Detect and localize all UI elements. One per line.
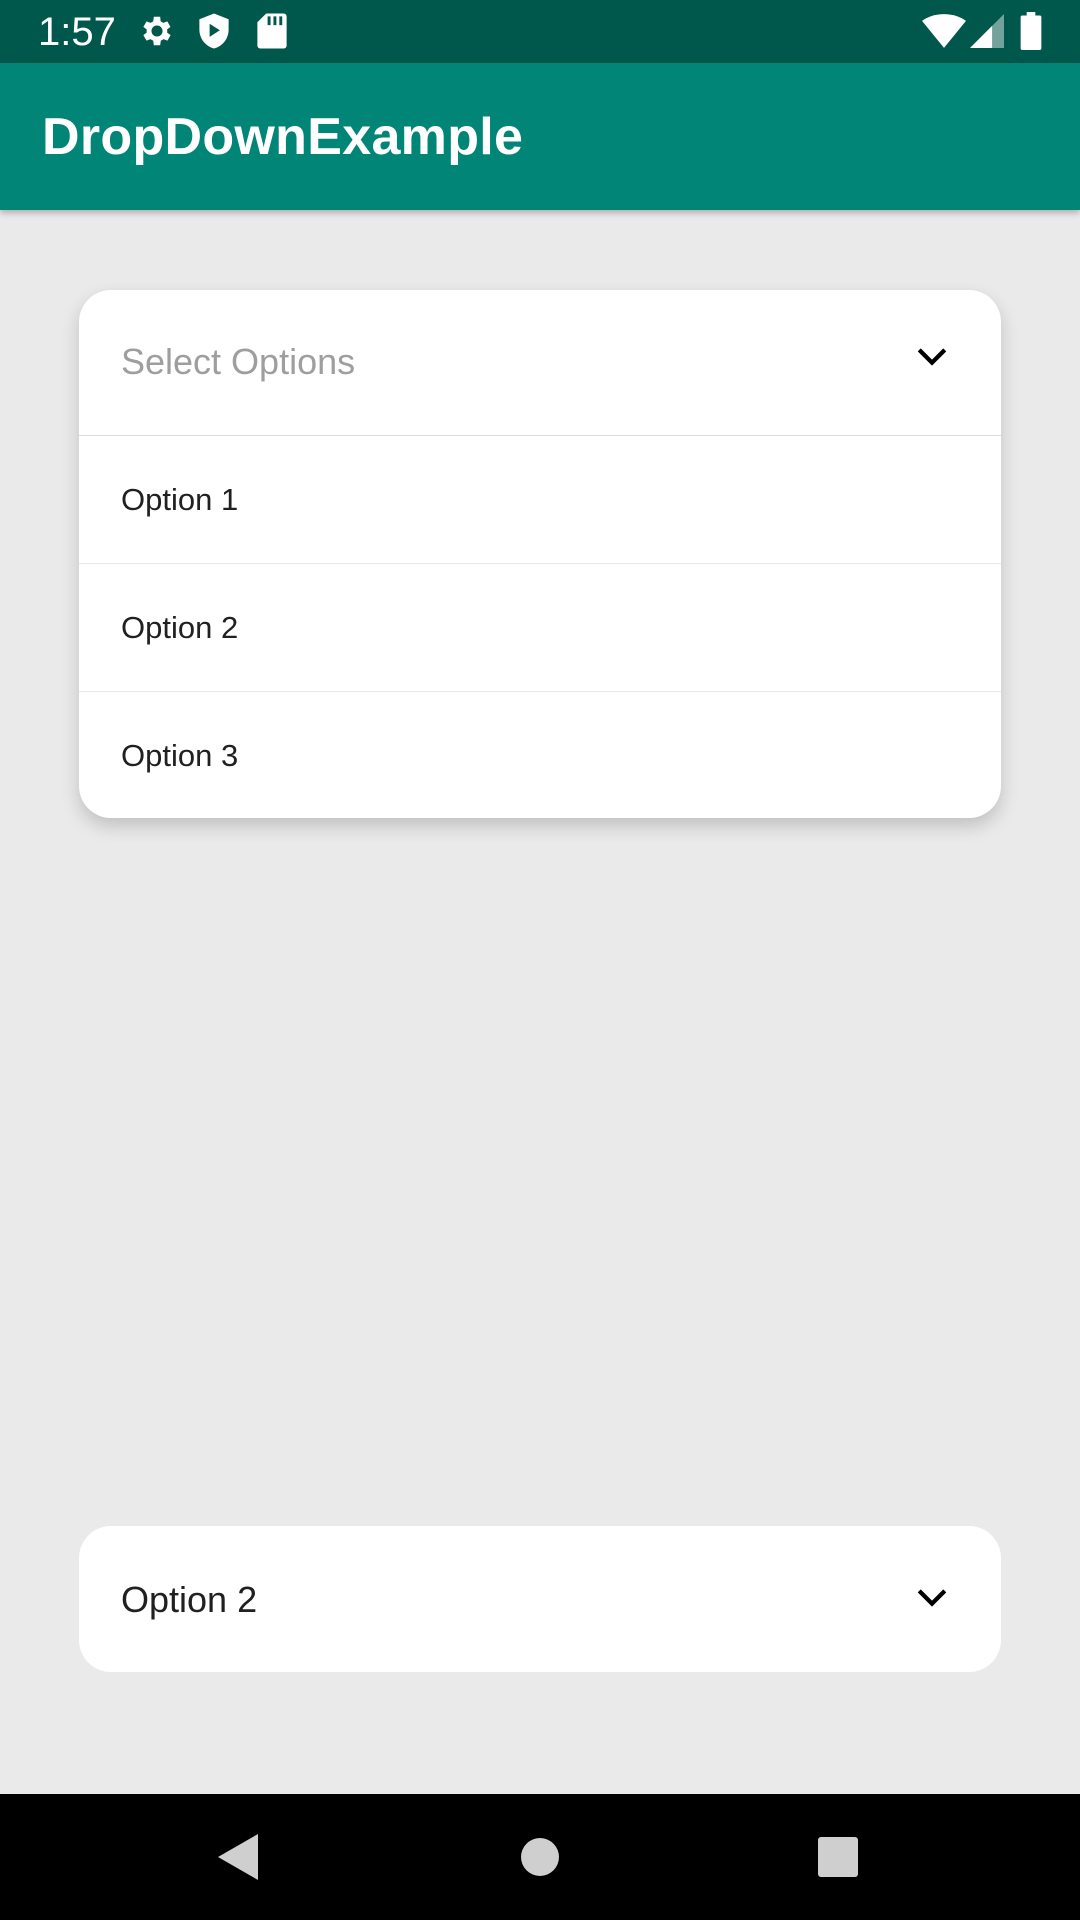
shield-play-icon xyxy=(196,12,232,50)
option-label: Option 2 xyxy=(121,610,239,645)
option-label: Option 1 xyxy=(121,482,239,517)
sd-card-icon xyxy=(257,12,287,50)
chevron-down-icon[interactable] xyxy=(915,340,949,374)
signal-icon xyxy=(970,14,1004,48)
option-item-2[interactable]: Option 2 xyxy=(79,564,1001,692)
option-item-3[interactable]: Option 3 xyxy=(79,692,1001,819)
wifi-icon xyxy=(922,14,966,48)
status-bar: 1:57 xyxy=(0,0,1080,63)
selected-dropdown[interactable]: Option 2 xyxy=(79,1526,1001,1672)
gear-icon xyxy=(138,12,176,50)
back-icon[interactable] xyxy=(216,1832,260,1882)
navigation-bar xyxy=(0,1794,1080,1920)
dropdown-selected-value: Option 2 xyxy=(121,1579,258,1620)
home-icon[interactable] xyxy=(519,1832,561,1882)
options-dropdown[interactable]: Select Options Option 1 Option 2 Option … xyxy=(79,290,1001,818)
chevron-down-icon[interactable] xyxy=(915,1581,949,1615)
status-time: 1:57 xyxy=(38,10,116,54)
battery-icon xyxy=(1020,12,1042,50)
option-list: Option 1 Option 2 Option 3 xyxy=(79,436,1001,819)
app-title: DropDownExample xyxy=(42,108,524,166)
app-bar: DropDownExample xyxy=(0,63,1080,210)
dropdown-header[interactable]: Select Options xyxy=(79,290,1001,436)
dropdown-placeholder: Select Options xyxy=(121,341,356,382)
recents-icon[interactable] xyxy=(817,1832,859,1882)
option-item-1[interactable]: Option 1 xyxy=(79,436,1001,564)
option-label: Option 3 xyxy=(121,738,239,773)
